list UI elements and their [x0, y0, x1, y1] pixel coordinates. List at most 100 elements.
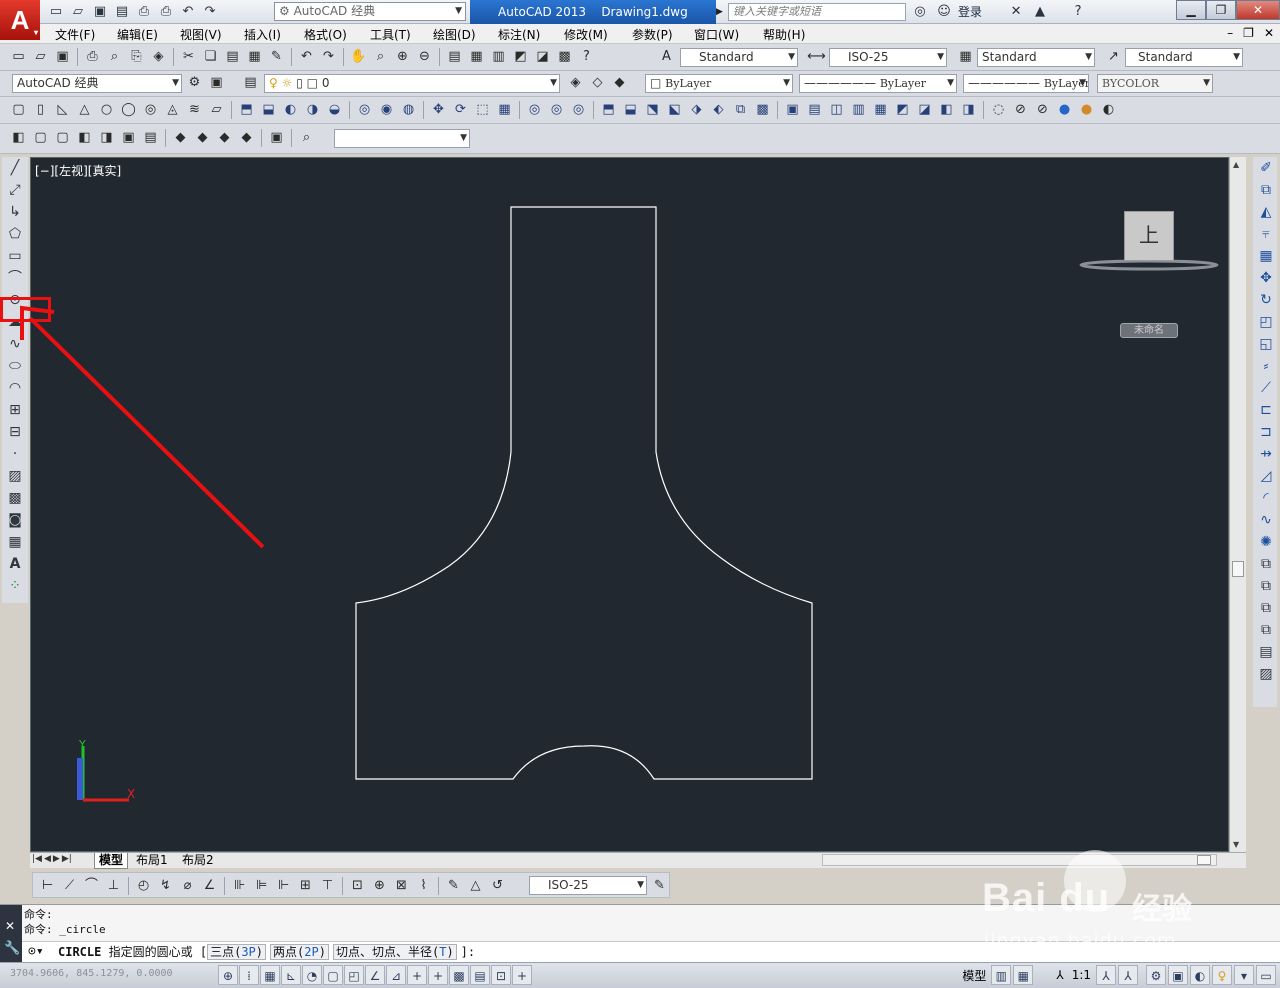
intersect-ring-icon[interactable]: ◎ [568, 100, 589, 120]
multileader-style-select[interactable]: Standard ▼ [1125, 48, 1243, 67]
taper-faces-icon[interactable]: ⬖ [708, 100, 729, 120]
menu-draw[interactable]: 绘图(D) [433, 26, 476, 43]
back-view-icon[interactable]: ▤ [140, 128, 161, 148]
cut-icon[interactable]: ✂ [178, 47, 199, 67]
copy-faces-icon[interactable]: ⧉ [730, 100, 751, 120]
wireframe-icon[interactable]: ⊘ [1010, 100, 1031, 120]
match-properties-icon[interactable]: ✎ [266, 47, 287, 67]
hatch-icon[interactable]: ▨ [4, 465, 26, 487]
menu-file[interactable]: 文件(F) [55, 26, 95, 43]
viewcube[interactable]: 上 [1124, 211, 1174, 261]
menu-parametric[interactable]: 参数(P) [632, 26, 673, 43]
dynamic-ucs-icon[interactable]: ⊿ [386, 965, 406, 985]
explode-icon[interactable]: ✺ [1255, 531, 1277, 553]
vertical-scrollbar[interactable]: ▲ ▼ [1229, 157, 1246, 852]
linetype-select[interactable]: —————— ByLayer ▼ [799, 74, 957, 93]
annotation-scale-value[interactable]: 1:1 [1069, 968, 1094, 982]
restore-button[interactable]: ❐ [1206, 0, 1236, 20]
workspace-settings-icon[interactable]: ⚙ [184, 73, 205, 93]
save-as-icon[interactable]: ▤ [112, 2, 132, 21]
polyline-icon[interactable]: ↳ [4, 201, 26, 223]
dim-style-manager-icon[interactable]: ✎ [649, 876, 670, 896]
autodesk-app-icon[interactable]: ▲ [1030, 2, 1050, 21]
diameter-dim-icon[interactable]: ⌀ [177, 876, 198, 896]
arc-length-icon[interactable]: ⌒ [81, 876, 102, 896]
menu-insert[interactable]: 插入(I) [244, 26, 281, 43]
option-2p[interactable]: 两点(2P) [270, 944, 329, 960]
move-icon[interactable]: ✥ [1255, 267, 1277, 289]
tolerance-icon[interactable]: ⊡ [347, 876, 368, 896]
make-block-icon[interactable]: ⊟ [4, 421, 26, 443]
construction-line-icon[interactable]: ⤢ [4, 179, 26, 201]
layer-states-icon[interactable]: ◆ [609, 73, 630, 93]
dim-space-icon[interactable]: ⊞ [295, 876, 316, 896]
auto-scale-icon[interactable]: ⅄ [1118, 965, 1138, 985]
angular-dim-icon[interactable]: ∠ [199, 876, 220, 896]
blend-curves-icon[interactable]: ∿ [1255, 509, 1277, 531]
quick-properties-icon[interactable]: ▤ [470, 965, 490, 985]
dim-style-select[interactable]: ISO-25 ▼ [829, 48, 947, 67]
add-selected-icon[interactable]: ⁘ [4, 575, 26, 597]
aligned-dim-icon[interactable]: ⟋ [59, 876, 80, 896]
copy-object-icon[interactable]: ⧉ [1255, 179, 1277, 201]
last-tab-icon[interactable]: ▶| [62, 854, 72, 864]
delete-faces-icon[interactable]: ⬕ [664, 100, 685, 120]
annotation-scale-icon[interactable]: ⅄ [1053, 968, 1066, 982]
app-menu-button[interactable]: A ▾ [0, 0, 40, 40]
binoculars-icon[interactable]: ◎ [910, 2, 930, 21]
shell-icon[interactable]: ▥ [848, 100, 869, 120]
plot-icon[interactable]: ⎙ [82, 47, 103, 67]
scale-icon[interactable]: ◰ [1255, 311, 1277, 333]
extrude-icon[interactable]: ⬒ [236, 100, 257, 120]
multiline-text-icon[interactable]: A [4, 553, 26, 575]
minimize-button[interactable]: ▁ [1176, 0, 1206, 20]
zoom-window-icon[interactable]: ⊕ [392, 47, 413, 67]
table-style-select[interactable]: Standard ▼ [977, 48, 1095, 67]
chamfer-icon[interactable]: ◿ [1255, 465, 1277, 487]
3d-move-icon[interactable]: ✥ [428, 100, 449, 120]
tab-layout1[interactable]: 布局1 [132, 853, 172, 868]
horizontal-scrollbar[interactable] [822, 854, 1217, 866]
separate-icon[interactable]: ◫ [826, 100, 847, 120]
sweep-icon[interactable]: ◐ [280, 100, 301, 120]
move-faces-icon[interactable]: ⬓ [620, 100, 641, 120]
isolate-objects-icon[interactable]: ◐ [1190, 965, 1210, 985]
dim-text-edit-icon[interactable]: △ [465, 876, 486, 896]
3d-rotate-icon[interactable]: ⟳ [450, 100, 471, 120]
array-icon[interactable]: ▦ [1255, 245, 1277, 267]
cylinder-solid-icon[interactable]: ◯ [118, 100, 139, 120]
quick-dim-icon[interactable]: ⊪ [229, 876, 250, 896]
model-space-button[interactable]: 模型 [959, 967, 989, 984]
table-icon[interactable]: ▦ [4, 531, 26, 553]
3d-print-icon[interactable]: ◈ [148, 47, 169, 67]
undo-icon[interactable]: ↶ [296, 47, 317, 67]
bottom-view-icon[interactable]: ▢ [52, 128, 73, 148]
3d-object-snap-icon[interactable]: ◰ [344, 965, 364, 985]
named-views-icon[interactable]: ◧ [8, 128, 29, 148]
mirror-icon[interactable]: ◭ [1255, 201, 1277, 223]
jogged-linear-icon[interactable]: ⌇ [413, 876, 434, 896]
torus-icon[interactable]: ◎ [140, 100, 161, 120]
zoom-icon[interactable]: ⌕ [296, 128, 317, 148]
open-icon[interactable]: ▱ [30, 47, 51, 67]
right-view-icon[interactable]: ◨ [96, 128, 117, 148]
object-snap-tracking-icon[interactable]: ∠ [365, 965, 385, 985]
intersect-icon[interactable]: ◍ [398, 100, 419, 120]
workspace-dropdown[interactable]: AutoCAD 经典 ▼ [12, 74, 182, 93]
center-mark-icon[interactable]: ⊕ [369, 876, 390, 896]
scroll-down-icon[interactable]: ▼ [1233, 840, 1239, 849]
dim-edit-icon[interactable]: ✎ [443, 876, 464, 896]
undo-icon[interactable]: ↶ [178, 2, 198, 21]
ortho-mode-icon[interactable]: ⊾ [281, 965, 301, 985]
trim-icon[interactable]: ⸗ [1255, 355, 1277, 377]
drawing-canvas[interactable]: [−][左视][真实] Y X 上 未命名 [30, 157, 1229, 852]
helix-icon[interactable]: ≋ [184, 100, 205, 120]
front-view-icon[interactable]: ▣ [118, 128, 139, 148]
gradient-icon[interactable]: ▩ [4, 487, 26, 509]
close-button[interactable]: ✕ [1236, 0, 1280, 20]
first-tab-icon[interactable]: |◀ [32, 854, 42, 864]
exchange-icon[interactable]: ✕ [1006, 2, 1026, 21]
imprint-icon[interactable]: ▣ [782, 100, 803, 120]
color-faces-icon[interactable]: ▩ [752, 100, 773, 120]
paste-special-icon[interactable]: ▦ [244, 47, 265, 67]
